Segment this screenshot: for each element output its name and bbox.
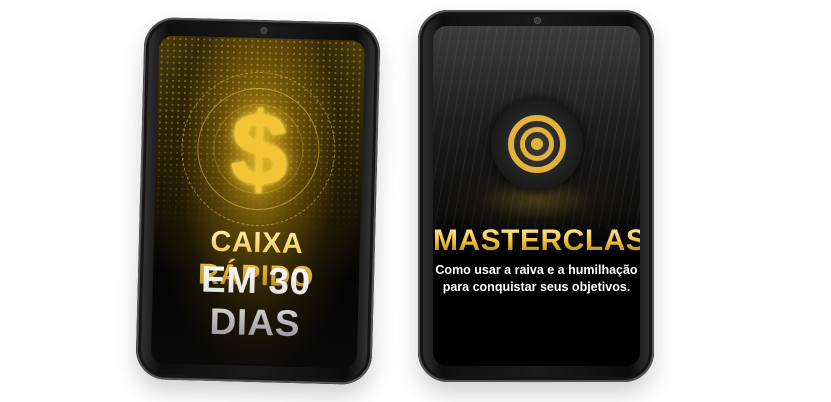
ebook-title: MASTERCLASS — [433, 224, 640, 257]
ebook-subtitle-line1: Como usar a raiva e a humilhação — [435, 263, 638, 277]
dollar-sign-icon: $ — [179, 70, 338, 228]
tablet-masterclass: MASTERCLASS Como usar a raiva e a humilh… — [418, 10, 654, 382]
ebook-subtitle: Como usar a raiva e a humilhação para co… — [433, 262, 640, 296]
ebook-cover-masterclass: MASTERCLASS Como usar a raiva e a humilh… — [433, 26, 640, 366]
camera-icon — [259, 26, 268, 35]
tablet-caixa-rapido: $ CAIXA RÁPIDO EM 30 DIAS — [135, 16, 381, 386]
target-icon — [490, 98, 583, 190]
camera-icon — [533, 17, 541, 24]
ebook-cover-caixa-rapido: $ CAIXA RÁPIDO EM 30 DIAS — [150, 35, 366, 369]
ebook-title-line2: EM 30 DIAS — [151, 257, 359, 346]
ebook-subtitle-line2: para conquistar seus objetivos. — [442, 280, 631, 294]
